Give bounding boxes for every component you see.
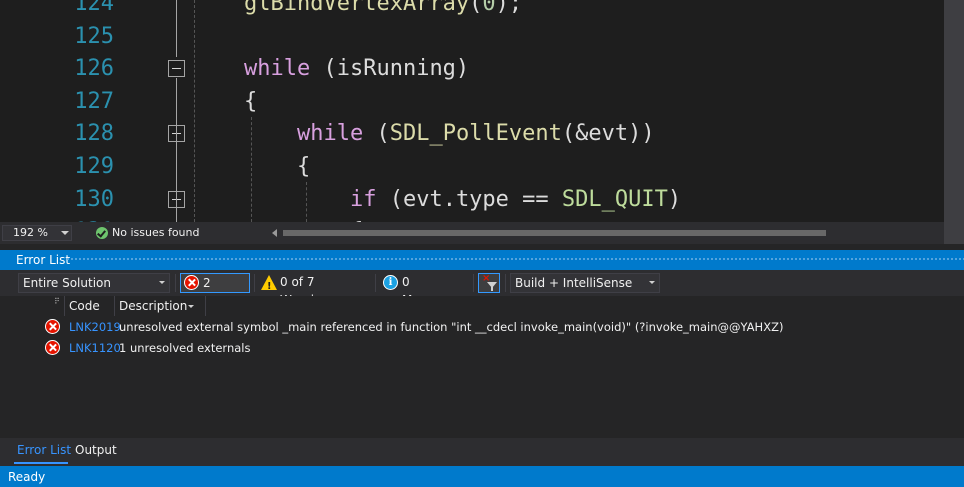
code-line[interactable]: 124 glBindVertexArray(0); <box>0 0 944 20</box>
warning-icon <box>261 275 277 296</box>
chevron-down-icon <box>649 281 655 284</box>
toolbar-separator <box>175 274 176 292</box>
issues-status[interactable]: No issues found <box>112 225 199 241</box>
messages-filter-button[interactable]: i 0 Messages <box>380 273 468 307</box>
code-text: while (SDL_PollEvent(&evt)) <box>244 117 655 150</box>
code-text: if (evt.type == SDL_QUIT) <box>244 183 681 216</box>
scope-dropdown[interactable]: Entire Solution <box>18 273 170 293</box>
line-number: 127 <box>74 88 114 114</box>
source-dropdown[interactable]: Build + IntelliSense <box>510 273 660 293</box>
zoom-dropdown[interactable]: 192 % <box>2 225 72 241</box>
toolbar-separator <box>254 274 255 292</box>
error-code-link[interactable]: LNK2019 <box>69 319 121 335</box>
code-line[interactable]: 129 { <box>0 150 944 183</box>
info-icon: i <box>383 275 398 290</box>
toolbar-separator <box>375 274 376 292</box>
indent-guide <box>306 182 307 222</box>
line-number: 125 <box>74 23 114 49</box>
column-description[interactable]: Description <box>119 298 187 314</box>
code-line[interactable]: 131 { <box>0 215 944 222</box>
scroll-left-icon[interactable] <box>272 229 277 237</box>
tab-error-list[interactable]: Error List <box>17 442 71 458</box>
check-circle-icon <box>96 227 108 239</box>
error-icon <box>45 340 60 355</box>
code-text: { <box>244 85 257 118</box>
code-token: { <box>244 88 258 114</box>
editor-status-row: 192 % No issues found <box>0 222 944 244</box>
code-line[interactable]: 126 while (isRunning) <box>0 52 944 85</box>
code-token: ( <box>469 0 483 16</box>
column-chooser-icon[interactable]: ⠟ <box>54 298 60 306</box>
error-list-header[interactable]: Error List <box>0 250 964 270</box>
vertical-scrollbar[interactable] <box>944 0 964 244</box>
indent-guide <box>251 117 252 222</box>
indent-guide <box>194 0 195 222</box>
line-number: 131 <box>0 215 114 222</box>
chevron-down-icon <box>61 231 69 235</box>
filter-dropdown-icon[interactable] <box>188 305 194 308</box>
drag-grip[interactable] <box>66 257 964 262</box>
scope-value: Entire Solution <box>23 276 111 290</box>
line-number: 129 <box>74 154 114 179</box>
code-editor[interactable]: 124 glBindVertexArray(0); 125 126 while (isR… <box>0 0 964 222</box>
error-list-panel: Error List Entire Solution 2 Errors 0 of… <box>0 244 964 466</box>
code-text: { <box>244 150 310 183</box>
code-line[interactable]: 127 { <box>0 85 944 118</box>
line-number: 130 <box>74 186 114 212</box>
code-text: glBindVertexArray(0); <box>244 0 522 20</box>
line-number: 126 <box>74 56 114 82</box>
line-number: 124 <box>74 0 114 16</box>
error-list-toolbar: Entire Solution 2 Errors 0 of 7 Warnings… <box>0 270 964 308</box>
fold-line <box>176 0 177 57</box>
line-number: 128 <box>74 121 114 147</box>
code-token: if <box>349 186 377 212</box>
error-description: unresolved external symbol _main referen… <box>119 320 784 334</box>
errors-filter-button[interactable]: 2 Errors <box>180 273 250 308</box>
clear-filter-button[interactable]: × <box>478 273 500 293</box>
error-icon <box>45 319 60 334</box>
error-icon <box>184 275 199 290</box>
fold-line <box>176 78 177 222</box>
status-text: Ready <box>8 470 46 484</box>
code-token: ) <box>667 186 682 212</box>
code-token: (&evt)) <box>561 121 655 147</box>
code-line[interactable]: 128 while (SDL_PollEvent(&evt)) <box>0 117 944 150</box>
code-token: { <box>244 154 311 179</box>
source-value: Build + IntelliSense <box>515 276 633 290</box>
code-token: while <box>244 56 311 82</box>
column-header: ⠟ Code Description <box>0 296 964 316</box>
code-line[interactable]: 125 <box>0 20 944 53</box>
code-token: ); <box>495 0 523 16</box>
error-code-link[interactable]: LNK1120 <box>69 340 121 356</box>
panel-title: Error List <box>16 253 71 267</box>
warnings-filter-button[interactable]: 0 of 7 Warnings <box>258 273 370 307</box>
collapse-icon[interactable] <box>168 60 185 78</box>
chevron-down-icon <box>159 281 165 284</box>
tab-output[interactable]: Output <box>75 442 117 458</box>
error-description: 1 unresolved externals <box>119 341 251 355</box>
panel-tabs: Error List Output <box>0 438 964 466</box>
status-bar: Ready <box>0 466 964 487</box>
table-row[interactable]: LNK2019 unresolved external symbol _main … <box>0 317 944 337</box>
zoom-value: 192 % <box>13 226 48 239</box>
code-token: glBindVertexArray <box>244 0 470 16</box>
code-token: 0 <box>482 0 496 16</box>
code-token: (evt.type == <box>376 186 562 212</box>
toolbar-separator <box>505 274 506 292</box>
code-line[interactable]: 130 if (evt.type == SDL_QUIT) <box>0 183 944 216</box>
code-token: SDL_PollEvent <box>389 121 562 147</box>
code-token: ( <box>363 121 390 147</box>
code-token: (isRunning) <box>310 56 470 82</box>
code-token: SDL_QUIT <box>561 186 668 212</box>
code-token: while <box>296 121 364 147</box>
toolbar-separator <box>473 274 474 292</box>
column-code[interactable]: Code <box>69 298 100 314</box>
table-row[interactable]: LNK1120 1 unresolved externals <box>0 338 944 358</box>
code-text: { <box>244 215 363 222</box>
horizontal-scrollbar-thumb[interactable] <box>283 230 826 236</box>
code-text: while (isRunning) <box>244 52 469 85</box>
